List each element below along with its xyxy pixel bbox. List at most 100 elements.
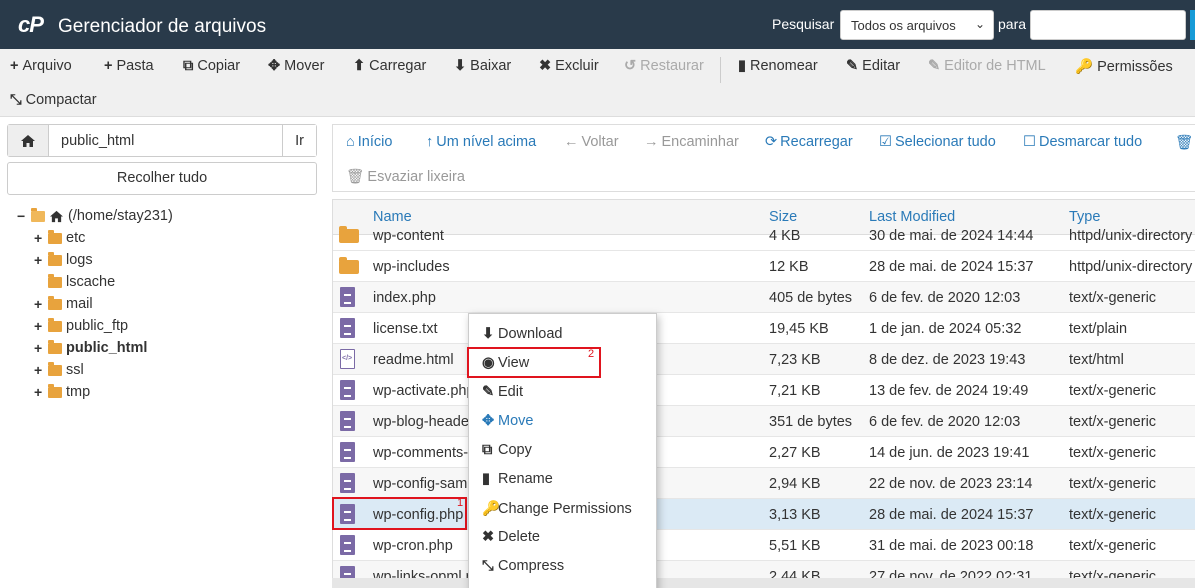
table-row[interactable]: wp-cron.php 5,51 KB 31 de mai. de 2023 0… — [333, 530, 1195, 561]
table-row[interactable]: index.php 405 de bytes 6 de fev. de 2020… — [333, 282, 1195, 313]
move-icon: ✥ — [482, 413, 495, 429]
file-size: 5,51 KB — [769, 538, 821, 554]
compress-button[interactable]: ⤡ Compactar — [10, 92, 97, 108]
menu-item-copy[interactable]: ⧉ Copy — [482, 442, 532, 458]
deselect-all-button[interactable]: ☐ Desmarcar tudo — [1023, 134, 1142, 150]
menu-item-compress[interactable]: ⤡ Compress — [482, 558, 564, 574]
edit-button[interactable]: ✎ Editar — [846, 58, 900, 74]
compress-icon: ⤡ — [10, 92, 22, 108]
table-row[interactable]: wp-config-sample.php 2,94 KB 22 de nov. … — [333, 468, 1195, 499]
expand-toggle[interactable]: + — [34, 362, 46, 378]
horizontal-scrollbar[interactable] — [332, 578, 1195, 588]
reload-label: Recarregar — [780, 134, 853, 150]
up-level-button[interactable]: ↑ Um nível acima — [426, 134, 536, 150]
tree-item-mail[interactable]: + mail — [34, 295, 93, 312]
select-all-label: Selecionar tudo — [895, 134, 996, 150]
menu-item-edit[interactable]: ✎ Edit — [482, 384, 523, 400]
search-scope-select[interactable]: Todos os arquivos ⌄ — [840, 10, 994, 40]
table-row[interactable]: license.txt 19,45 KB 1 de jan. de 2024 0… — [333, 313, 1195, 344]
rename-button[interactable]: ▮ Renomear — [738, 58, 818, 74]
home-icon: ⌂ — [346, 134, 355, 150]
file-modified: 31 de mai. de 2023 00:18 — [869, 538, 1034, 554]
new-folder-button[interactable]: + Pasta — [104, 58, 154, 74]
tree-item-logs[interactable]: + logs — [34, 251, 93, 268]
html-editor-button[interactable]: ✎ Editor de HTML — [928, 58, 1046, 74]
folder-open-icon — [31, 207, 45, 222]
new-file-button[interactable]: + Arquivo — [10, 58, 72, 74]
search-input[interactable] — [1030, 10, 1186, 40]
file-type: httpd/unix-directory — [1069, 259, 1193, 275]
home-button[interactable] — [8, 125, 49, 156]
table-row[interactable]: wp-content 4 KB 30 de mai. de 2024 14:44… — [333, 220, 1195, 251]
file-size: 4 KB — [769, 228, 801, 244]
empty-trash-button[interactable]: 🗑 Esvaziar lixeira — [346, 168, 465, 185]
collapse-toggle[interactable]: − — [17, 208, 29, 224]
page-title: Gerenciador de arquivos — [58, 16, 267, 37]
expand-toggle[interactable]: + — [34, 384, 46, 400]
back-button[interactable]: ← Voltar — [564, 134, 619, 150]
back-label: Voltar — [581, 134, 619, 150]
path-go-button[interactable]: Ir — [282, 125, 316, 156]
tree-label: (/home/stay231) — [68, 208, 173, 224]
table-row[interactable]: wp-blog-header.php 351 de bytes 6 de fev… — [333, 406, 1195, 437]
expand-toggle[interactable]: + — [34, 252, 46, 268]
menu-item-delete[interactable]: ✖ Delete — [482, 529, 540, 545]
file-modified: 8 de dez. de 2023 19:43 — [869, 352, 1026, 368]
checkbox-checked-icon: ☑ — [879, 134, 892, 150]
menu-item-change-permissions[interactable]: 🔑Change Permissions — [482, 500, 632, 517]
file-code-icon — [340, 349, 355, 369]
table-row[interactable]: readme.html 7,23 KB 8 de dez. de 2023 19… — [333, 344, 1195, 375]
expand-toggle[interactable]: + — [34, 230, 46, 246]
path-input[interactable]: public_html — [61, 133, 134, 149]
tree-item-etc[interactable]: + etc — [34, 229, 85, 246]
copy-button[interactable]: ⧉ Copiar — [183, 58, 240, 74]
file-icon: ▮ — [482, 471, 490, 487]
permissions-button[interactable]: 🔑 Permissões — [1075, 58, 1173, 75]
upload-icon: ⬆ — [353, 58, 366, 74]
tree-item-lscache[interactable]: lscache — [34, 273, 115, 290]
menu-item-label: Copy — [498, 442, 532, 458]
file-text-icon — [340, 380, 355, 400]
view-trash-button[interactable]: 🗑E — [1175, 134, 1195, 151]
file-type: text/html — [1069, 352, 1124, 368]
file-modified: 1 de jan. de 2024 05:32 — [869, 321, 1022, 337]
main-toolbar: + Arquivo + Pasta ⧉ Copiar ✥ Mover ⬆ Carregar… — [0, 49, 1195, 117]
tree-item-public-html[interactable]: + public_html — [34, 339, 147, 356]
folder-icon — [48, 383, 62, 398]
forward-button[interactable]: → Encaminhar — [644, 134, 739, 150]
tree-item-tmp[interactable]: + tmp — [34, 383, 90, 400]
home-nav-button[interactable]: ⌂ Início — [346, 134, 392, 150]
file-modified: 6 de fev. de 2020 12:03 — [869, 414, 1021, 430]
move-button[interactable]: ✥ Mover — [268, 58, 324, 74]
tree-root[interactable]: − (/home/stay231) — [17, 207, 173, 224]
tree-item-ssl[interactable]: + ssl — [34, 361, 84, 378]
delete-button[interactable]: ✖ Excluir — [539, 58, 599, 74]
expand-toggle[interactable]: + — [34, 296, 46, 312]
move-label: Mover — [284, 58, 325, 74]
highlight-box-view — [467, 347, 601, 378]
file-name: readme.html — [373, 352, 454, 368]
search-go-button[interactable] — [1190, 10, 1195, 40]
reload-button[interactable]: ⟳ Recarregar — [765, 134, 853, 150]
collapse-all-button[interactable]: Recolher tudo — [7, 162, 317, 195]
table-row[interactable]: wp-activate.php 7,21 KB 13 de fev. de 20… — [333, 375, 1195, 406]
menu-item-download[interactable]: ⬇ Download — [482, 326, 563, 342]
expand-toggle[interactable]: + — [34, 318, 46, 334]
restore-button[interactable]: ↺ Restaurar — [624, 58, 704, 74]
upload-button[interactable]: ⬆ Carregar — [353, 58, 426, 74]
folder-icon — [48, 295, 62, 310]
annotation-number-1: 1 — [457, 497, 464, 509]
select-all-button[interactable]: ☑ Selecionar tudo — [879, 134, 996, 150]
file-name: license.txt — [373, 321, 438, 337]
for-label: para — [998, 16, 1027, 32]
menu-item-rename[interactable]: ▮ Rename — [482, 471, 553, 487]
tree-item-public-ftp[interactable]: + public_ftp — [34, 317, 128, 334]
table-row[interactable]: wp-comments-post.php 2,27 KB 14 de jun. … — [333, 437, 1195, 468]
file-modified: 13 de fev. de 2024 19:49 — [869, 383, 1029, 399]
cpanel-logo[interactable]: cP — [18, 12, 44, 38]
menu-item-move[interactable]: ✥ Move — [482, 413, 533, 429]
download-button[interactable]: ⬇ Baixar — [454, 58, 511, 74]
menu-item-label: Move — [498, 413, 534, 429]
table-row[interactable]: wp-includes 12 KB 28 de mai. de 2024 15:… — [333, 251, 1195, 282]
expand-toggle[interactable]: + — [34, 340, 46, 356]
